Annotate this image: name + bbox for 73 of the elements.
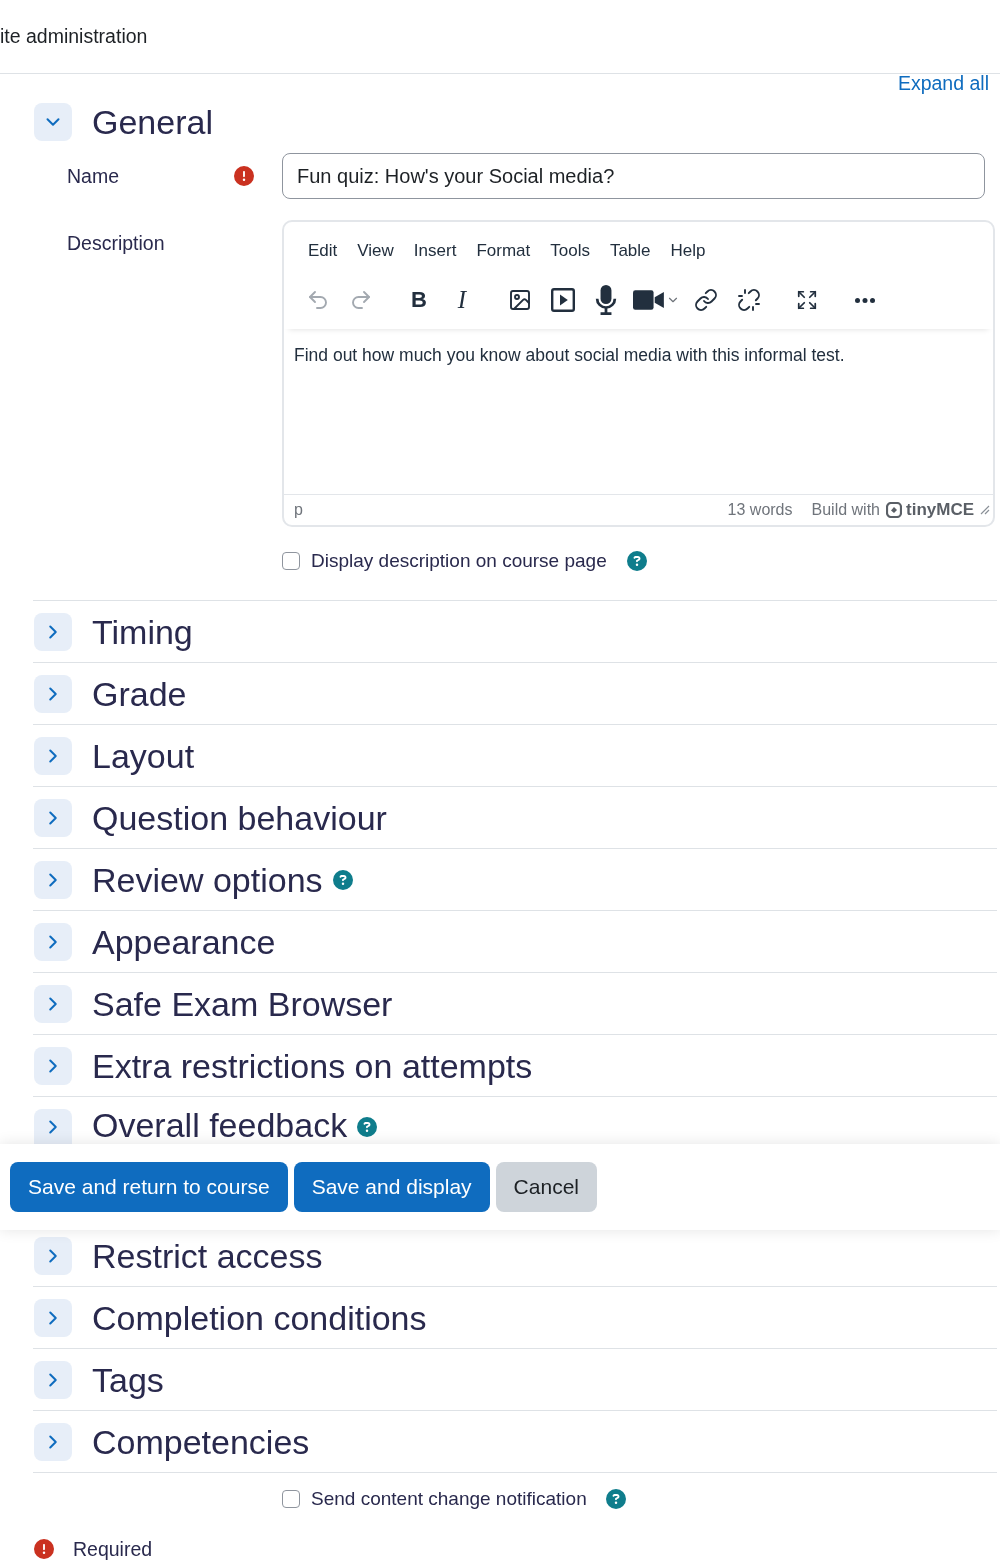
section-title[interactable]: Timing	[92, 611, 193, 652]
field-label: Name	[67, 164, 120, 188]
bold-button[interactable]: B	[402, 283, 436, 317]
help-icon[interactable]	[626, 551, 647, 571]
section-title[interactable]: General	[92, 102, 213, 142]
action-button[interactable]: Save and display	[293, 1162, 490, 1212]
brand-link[interactable]: tinyMCE	[886, 500, 974, 520]
word-count[interactable]: 13 words	[727, 501, 793, 519]
section-toggle[interactable]	[34, 1360, 72, 1399]
redo-icon	[349, 288, 373, 312]
section-title[interactable]: Safe Exam Browser	[92, 983, 393, 1024]
section-title[interactable]: Tags	[92, 1359, 164, 1400]
menu-item[interactable]: Help	[660, 238, 716, 264]
section-title[interactable]: Question behaviour	[92, 797, 387, 838]
logo-icon	[886, 502, 902, 518]
section-title[interactable]: Review options	[92, 859, 323, 900]
section-toggle[interactable]	[34, 736, 72, 775]
checkbox[interactable]	[282, 1490, 300, 1508]
legend-text: Required	[73, 1537, 153, 1561]
checkbox[interactable]	[282, 552, 300, 570]
section-toggle[interactable]	[34, 860, 72, 899]
expand-all-link[interactable]: Expand all	[897, 74, 989, 92]
section-title[interactable]: Competencies	[92, 1421, 310, 1462]
video-camera-icon	[632, 289, 665, 311]
section-title[interactable]: Extra restrictions on attempts	[92, 1045, 533, 1086]
required-icon	[34, 1539, 54, 1559]
action-button[interactable]: Save and return to course	[10, 1162, 288, 1212]
menu-item[interactable]: Tools	[540, 238, 600, 264]
unlink-icon	[737, 288, 761, 312]
menu-item[interactable]: Edit	[298, 238, 348, 264]
section-toggle[interactable]	[34, 103, 72, 141]
section-title[interactable]: Completion conditions	[92, 1297, 427, 1338]
link-icon	[694, 288, 718, 312]
menu-item[interactable]: Format	[466, 238, 541, 264]
undo-icon	[306, 288, 330, 312]
section-title[interactable]: Appearance	[92, 921, 276, 962]
fullscreen-icon	[796, 289, 818, 311]
help-icon[interactable]	[605, 1489, 626, 1509]
help-icon[interactable]	[332, 869, 353, 890]
image-icon	[508, 288, 532, 312]
section-toggle[interactable]	[34, 798, 72, 837]
microphone-icon	[595, 285, 617, 315]
section-toggle[interactable]	[34, 674, 72, 713]
play-box-icon	[551, 288, 575, 312]
section-title[interactable]: Restrict access	[92, 1235, 323, 1276]
italic-button[interactable]: I	[445, 283, 479, 317]
help-icon[interactable]	[357, 1117, 378, 1137]
checkbox-label[interactable]: Display description on course page	[311, 550, 607, 572]
section-toggle[interactable]	[34, 1236, 72, 1275]
section-toggle[interactable]	[34, 1298, 72, 1337]
menu-item[interactable]: Table	[599, 238, 661, 264]
name-input[interactable]: Fun quiz: How's your Social media?	[282, 153, 985, 199]
menu-item[interactable]: View	[347, 238, 404, 264]
section-toggle[interactable]	[34, 922, 72, 961]
section-toggle[interactable]	[34, 984, 72, 1023]
section-toggle[interactable]	[34, 1046, 72, 1085]
checkbox-label[interactable]: Send content change notification	[311, 1488, 587, 1510]
section-toggle[interactable]	[34, 612, 72, 651]
editor-text: Find out how much you know about social media with this informal test.	[294, 344, 846, 367]
section-toggle[interactable]	[34, 1422, 72, 1461]
section-toggle[interactable]	[34, 1109, 72, 1144]
field-label: Description	[67, 232, 165, 255]
page-title: ite administration	[0, 25, 148, 48]
action-button[interactable]: Cancel	[495, 1162, 597, 1212]
section-title[interactable]: Overall feedback	[92, 1107, 348, 1143]
more-icon	[855, 297, 875, 303]
branding-text: Build with	[811, 501, 880, 519]
element-path[interactable]: p	[294, 501, 303, 519]
editor-content-area[interactable]: Find out how much you know about social media with this informal test.	[284, 329, 993, 494]
section-title[interactable]: Grade	[92, 673, 187, 714]
resize-handle-icon[interactable]	[980, 505, 990, 515]
menu-item[interactable]: Insert	[403, 238, 467, 264]
section-title[interactable]: Layout	[92, 735, 195, 776]
